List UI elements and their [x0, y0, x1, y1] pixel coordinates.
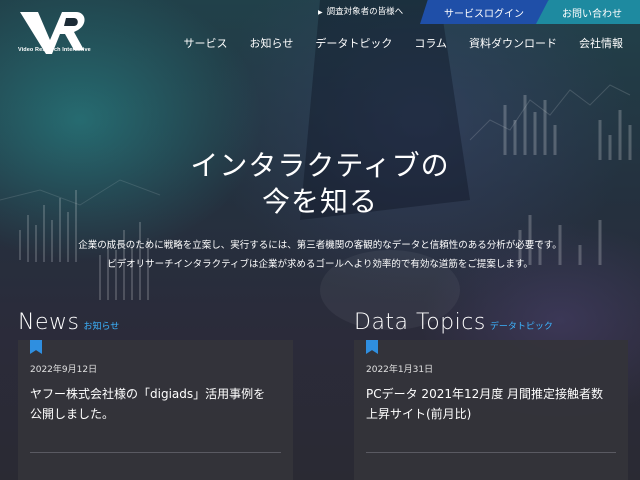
news-card[interactable]: 2022年9月12日 ヤフー株式会社様の「digiads」活用事例を公開しました… [18, 340, 293, 480]
nav-item-services[interactable]: サービス [173, 35, 239, 51]
topics-subheading: データトピック [489, 322, 553, 332]
nav-item-downloads[interactable]: 資料ダウンロード [458, 35, 568, 51]
nav-item-news[interactable]: お知らせ [239, 35, 305, 51]
respondents-link-label: 調査対象者の皆様へ [326, 7, 404, 17]
hero-description-line1: 企業の成長のために戦略を立案し、実行するには、第三者機関の客観的なデータと信頼性… [78, 240, 562, 251]
bookmark-icon [366, 340, 378, 354]
hero-title-line2: 今を知る [261, 185, 378, 218]
respondents-link[interactable]: ▶ 調査対象者の皆様へ [318, 5, 403, 17]
topics-date: 2022年1月31日 [366, 365, 434, 375]
hero-title-line1: インタラクティブの [190, 149, 450, 182]
nav-item-column[interactable]: コラム [403, 35, 458, 51]
nav-item-data-topics[interactable]: データトピック [304, 35, 403, 51]
topics-heading: Data Topics [354, 310, 486, 335]
topics-card-divider [366, 452, 616, 453]
news-headline[interactable]: ヤフー株式会社様の「digiads」活用事例を公開しました。 [30, 384, 277, 424]
nav-item-company[interactable]: 会社情報 [568, 35, 634, 51]
bookmark-icon [30, 340, 42, 354]
triangle-right-icon: ▶ [318, 9, 323, 16]
topics-section-heading: Data Topics データトピック [354, 310, 553, 335]
news-section-heading: News お知らせ [18, 310, 119, 335]
news-card-divider [30, 452, 281, 453]
main-nav: サービス お知らせ データトピック コラム 資料ダウンロード 会社情報 [173, 35, 634, 51]
topics-headline[interactable]: PCデータ 2021年12月度 月間推定接触者数上昇サイト(前月比) [366, 384, 612, 424]
news-heading: News [18, 310, 80, 335]
news-date: 2022年9月12日 [30, 365, 98, 375]
service-login-button[interactable]: サービスログイン [420, 0, 548, 24]
contact-button[interactable]: お問い合わせ [536, 0, 640, 24]
hero-title: インタラクティブの 今を知る [0, 148, 640, 220]
logo-text: Video Research Interactive [18, 47, 91, 53]
hero-description-line2: ビデオリサーチインタラクティブは企業が求めるゴールへより効率的で有効な道筋をご提… [107, 259, 533, 270]
topics-card[interactable]: 2022年1月31日 PCデータ 2021年12月度 月間推定接触者数上昇サイト… [354, 340, 628, 480]
news-subheading: お知らせ [83, 322, 120, 332]
